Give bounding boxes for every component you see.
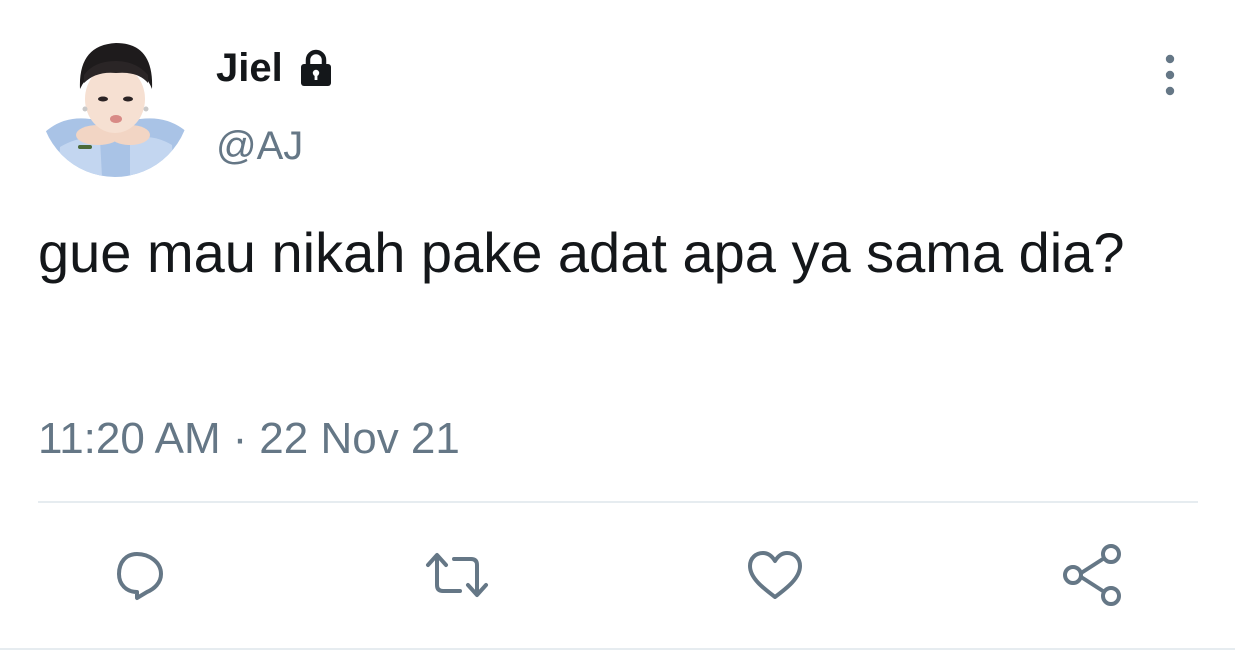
avatar[interactable] xyxy=(40,27,190,177)
display-name[interactable]: Jiel xyxy=(216,44,283,92)
share-icon xyxy=(1063,544,1121,606)
retweet-icon xyxy=(426,553,488,597)
tweet-timestamp[interactable]: 11:20 AM · 22 Nov 21 xyxy=(38,412,460,466)
heart-icon xyxy=(748,551,802,599)
retweet-button[interactable] xyxy=(422,540,492,610)
share-button[interactable] xyxy=(1057,540,1127,610)
more-vertical-icon[interactable] xyxy=(1150,50,1190,100)
reply-button[interactable] xyxy=(105,540,175,610)
tweet-date: 22 Nov 21 xyxy=(259,414,460,463)
bottom-divider xyxy=(0,648,1235,650)
reply-icon xyxy=(117,552,163,600)
like-button[interactable] xyxy=(740,540,810,610)
display-name-row[interactable]: Jiel xyxy=(216,44,337,92)
avatar-image xyxy=(40,27,190,177)
tweet-time: 11:20 AM xyxy=(38,414,221,463)
lock-icon xyxy=(295,47,337,89)
user-handle[interactable]: @AJ xyxy=(216,122,303,170)
timestamp-separator: · xyxy=(232,414,248,463)
divider xyxy=(38,501,1198,503)
tweet-text: gue mau nikah pake adat apa ya sama dia? xyxy=(38,221,1125,284)
